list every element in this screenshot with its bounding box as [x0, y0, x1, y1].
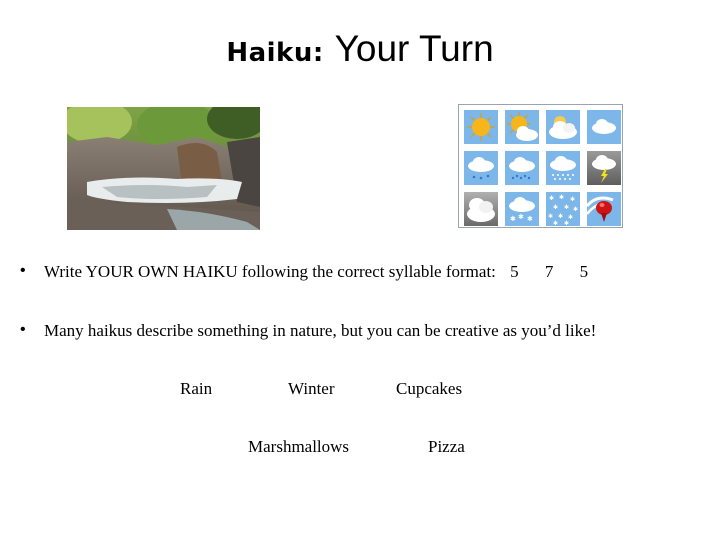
- overcast-icon: [464, 192, 498, 226]
- rain-icon: [505, 151, 539, 185]
- heavy-rain-icon: [546, 151, 580, 185]
- svg-text:✱: ✱: [564, 204, 569, 211]
- svg-text:✱: ✱: [564, 220, 569, 226]
- topic-marshmallows: Marshmallows: [248, 437, 350, 456]
- snow-showers-icon: ✱ ✱ ✱: [505, 192, 539, 226]
- svg-text:✱: ✱: [553, 204, 558, 211]
- slide-title: Haiku: Your Turn: [0, 26, 720, 76]
- topic-rain: Rain: [180, 379, 213, 398]
- thunderstorm-icon: [587, 151, 621, 185]
- syllable-count: 7: [544, 262, 554, 281]
- svg-text:✱: ✱: [548, 213, 553, 220]
- bullet-glyph: •: [20, 321, 26, 338]
- mostly-cloudy-icon: [546, 110, 580, 144]
- bullet-text: Many haikus describe something in nature…: [44, 321, 597, 340]
- partly-sunny-icon: [505, 110, 539, 144]
- title-normal: Your Turn: [334, 28, 494, 69]
- svg-text:✱: ✱: [553, 220, 558, 226]
- topic-cupcakes: Cupcakes: [396, 379, 463, 398]
- svg-text:✱: ✱: [510, 215, 516, 223]
- svg-text:✱: ✱: [549, 195, 554, 202]
- svg-text:✱: ✱: [559, 194, 564, 201]
- windy-icon: [587, 192, 621, 226]
- topic-winter: Winter: [288, 379, 335, 398]
- svg-text:✱: ✱: [527, 215, 533, 223]
- svg-text:✱: ✱: [570, 196, 575, 203]
- svg-text:✱: ✱: [573, 206, 578, 213]
- waterfall-photo: [67, 107, 260, 230]
- snow-icon: ✱ ✱ ✱ ✱ ✱ ✱ ✱ ✱ ✱ ✱ ✱: [546, 192, 580, 226]
- bullet-text: Write YOUR OWN HAIKU following the corre…: [44, 262, 496, 281]
- topic-pizza: Pizza: [428, 437, 465, 456]
- syllable-count: 5: [579, 262, 589, 281]
- weather-icons-grid: ✱ ✱ ✱ ✱ ✱ ✱ ✱ ✱ ✱ ✱ ✱ ✱ ✱ ✱: [458, 104, 623, 228]
- title-bold: Haiku:: [226, 38, 324, 68]
- svg-text:✱: ✱: [518, 213, 524, 221]
- light-rain-icon: [464, 151, 498, 185]
- sunny-icon: [464, 110, 498, 144]
- svg-text:✱: ✱: [558, 213, 563, 220]
- bullet-glyph: •: [20, 262, 26, 279]
- cloudy-icon: [587, 110, 621, 144]
- syllable-count: 5: [510, 262, 519, 281]
